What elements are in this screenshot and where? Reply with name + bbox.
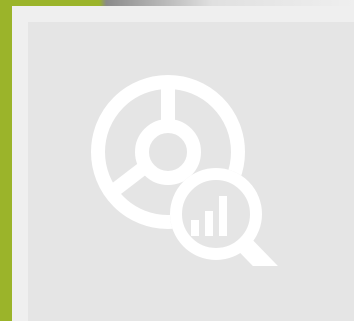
analytics-card	[0, 0, 354, 321]
illustration-panel	[28, 22, 354, 321]
accent-bar	[0, 0, 12, 321]
analytics-magnifier-icon	[91, 75, 278, 266]
top-gradient-strip	[0, 0, 354, 6]
